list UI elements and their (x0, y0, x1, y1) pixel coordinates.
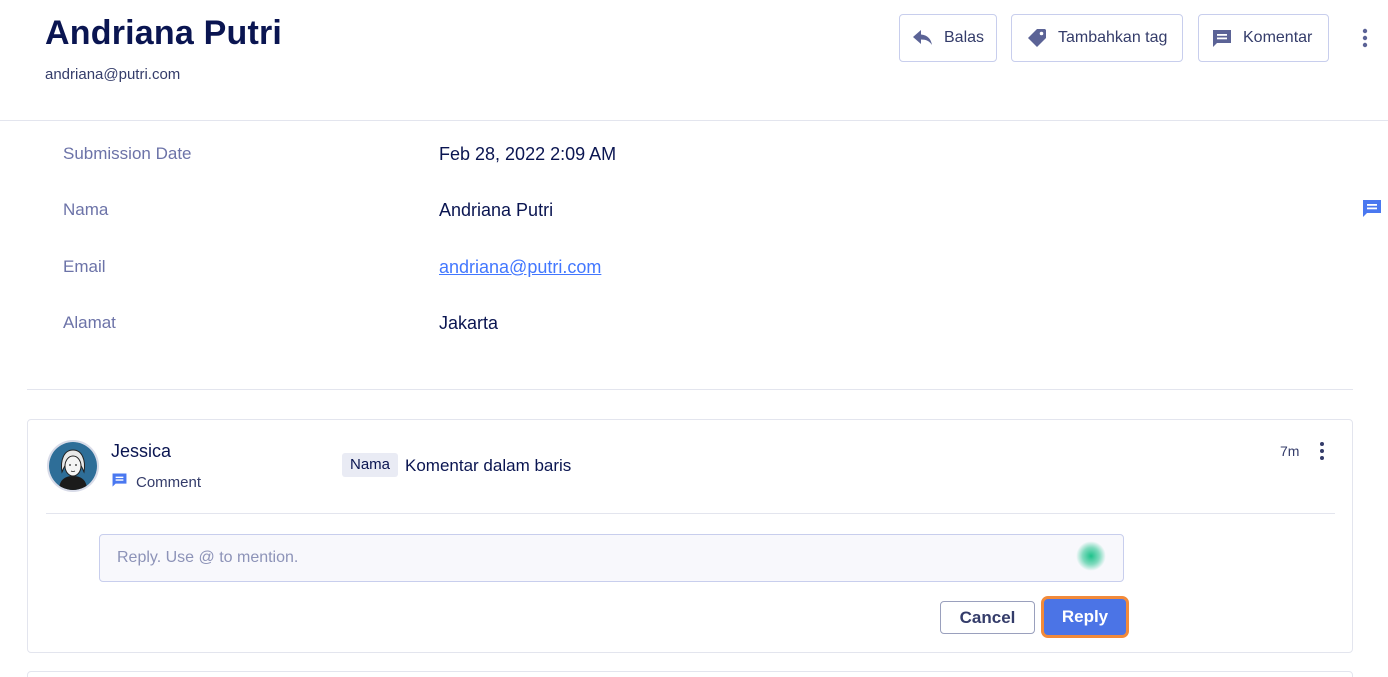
comment-more-icon[interactable] (1314, 440, 1330, 462)
email-link[interactable]: andriana@putri.com (439, 257, 601, 278)
comment-timestamp: 7m (1280, 443, 1300, 459)
comment-text: Komentar dalam baris (405, 456, 572, 475)
field-label: Submission Date (63, 144, 192, 163)
field-row-email: Email andriana@putri.com (63, 257, 1063, 285)
comment-button[interactable]: Komentar (1198, 14, 1329, 62)
page-subtitle-email: andriana@putri.com (45, 66, 181, 83)
field-row-nama: Nama Andriana Putri (63, 200, 1063, 228)
reply-button[interactable]: Balas (899, 14, 997, 62)
inline-comment-icon[interactable] (1361, 198, 1383, 220)
field-label: Alamat (63, 313, 116, 332)
comment-button-label: Komentar (1243, 29, 1313, 46)
grammarly-icon[interactable] (1076, 541, 1106, 571)
field-row-alamat: Alamat Jakarta (63, 313, 1063, 341)
submit-reply-button[interactable]: Reply (1041, 596, 1129, 638)
tag-icon (1026, 27, 1048, 49)
comment-card: Jessica Comment Nama Komentar dalam bari… (27, 419, 1353, 653)
comment-author: Jessica (111, 441, 172, 461)
reply-arrow-icon (912, 29, 934, 47)
more-vertical-icon[interactable] (1356, 26, 1374, 50)
submission-header: Andriana Putri andriana@putri.com Balas … (0, 0, 1388, 121)
next-comment-card (27, 671, 1353, 677)
section-divider (27, 389, 1353, 390)
reply-input[interactable] (99, 534, 1124, 582)
comment-icon (1211, 27, 1233, 49)
field-value: Feb 28, 2022 2:09 AM (439, 144, 617, 164)
comment-type-icon (111, 472, 128, 493)
field-row-submission-date: Submission Date Feb 28, 2022 2:09 AM (63, 144, 1063, 172)
field-label: Email (63, 257, 106, 276)
avatar (47, 440, 99, 492)
comment-type-label: Comment (136, 474, 202, 491)
field-value: Andriana Putri (439, 200, 554, 220)
add-tag-button[interactable]: Tambahkan tag (1011, 14, 1183, 62)
field-label: Nama (63, 200, 109, 219)
cancel-button[interactable]: Cancel (940, 601, 1035, 634)
comment-field-tag: Nama (342, 453, 399, 477)
comment-type: Comment (111, 472, 201, 493)
reply-button-label: Balas (944, 29, 985, 46)
page-title: Andriana Putri (45, 14, 283, 52)
add-tag-button-label: Tambahkan tag (1058, 29, 1168, 46)
field-value: Jakarta (439, 313, 499, 333)
card-divider (46, 513, 1335, 514)
